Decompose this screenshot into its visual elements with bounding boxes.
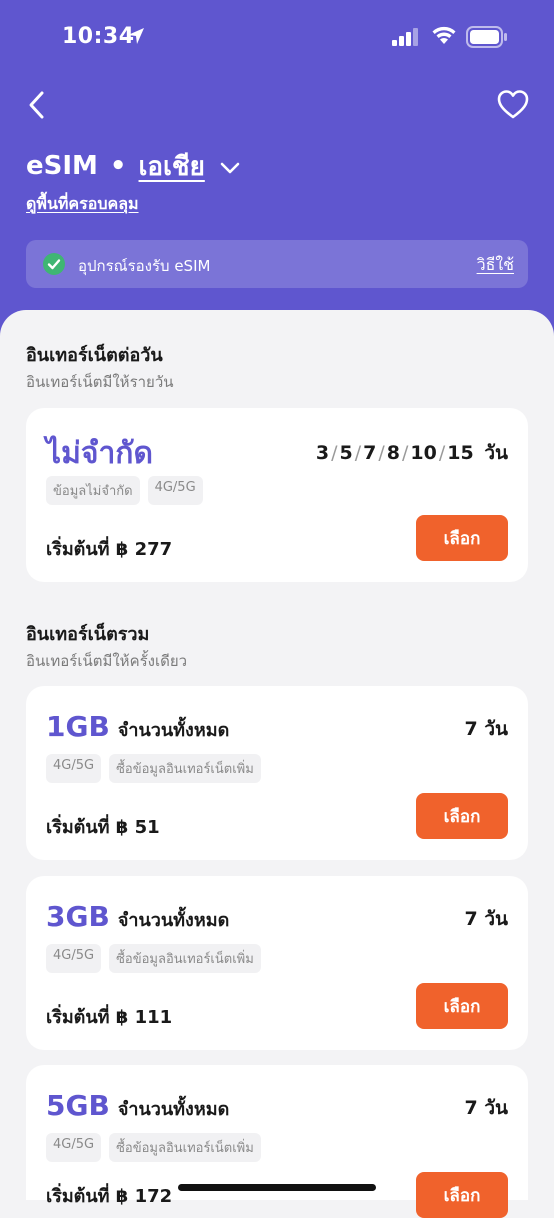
plan-title: 3GB จำนวนทั้งหมด	[46, 900, 229, 934]
tag: ซื้อข้อมูลอินเทอร์เน็ตเพิ่ม	[109, 754, 261, 783]
plan-size: 3GB	[46, 900, 110, 933]
plan-size-suffix: จำนวนทั้งหมด	[117, 910, 230, 931]
tag: ซื้อข้อมูลอินเทอร์เน็ตเพิ่ม	[109, 944, 261, 973]
select-button[interactable]: เลือก	[416, 515, 508, 561]
plan-size: 1GB	[46, 710, 110, 743]
title-separator: •	[109, 151, 127, 181]
plan-days: 7 วัน	[464, 908, 509, 930]
plan-days: 7 วัน	[464, 718, 509, 740]
plan-tags: 4G/5G ซื้อข้อมูลอินเทอร์เน็ตเพิ่ม	[46, 754, 261, 783]
plan-title: 1GB จำนวนทั้งหมด	[46, 710, 229, 744]
plan-price: เริ่มต้นที่ ฿ 111	[46, 1007, 173, 1028]
plan-size: 5GB	[46, 1089, 110, 1122]
section-title-daily: อินเทอร์เน็ตต่อวัน	[26, 345, 163, 366]
tag: 4G/5G	[46, 754, 102, 783]
device-compat-banner: อุปกรณ์รองรับ eSIM วิธีใช้	[26, 240, 528, 288]
day-option[interactable]: 5	[339, 442, 352, 464]
back-button[interactable]	[22, 88, 54, 122]
plan-price: เริ่มต้นที่ ฿ 172	[46, 1186, 173, 1207]
compat-text: อุปกรณ์รองรับ eSIM	[78, 257, 211, 275]
plan-tags: ข้อมูลไม่จำกัด 4G/5G	[46, 476, 203, 505]
title-esim: eSIM	[26, 151, 98, 181]
day-option[interactable]: 3	[316, 442, 329, 464]
plan-name: ไม่จำกัด	[46, 436, 153, 471]
day-options: 3/5/7/8/10/15 วัน	[315, 442, 508, 464]
plan-card-1gb[interactable]: 1GB จำนวนทั้งหมด 7 วัน 4G/5G ซื้อข้อมูลอิ…	[26, 686, 528, 860]
page-title: eSIM • เอเชีย	[26, 146, 241, 186]
tag: 4G/5G	[147, 476, 203, 505]
plan-days: 7 วัน	[464, 1097, 509, 1119]
tag: 4G/5G	[46, 1133, 102, 1162]
plan-price: เริ่มต้นที่ ฿ 277	[46, 539, 173, 560]
plan-tags: 4G/5G ซื้อข้อมูลอินเทอร์เน็ตเพิ่ม	[46, 1133, 261, 1162]
day-option[interactable]: 8	[387, 442, 400, 464]
plan-card-unlimited[interactable]: ไม่จำกัด 3/5/7/8/10/15 วัน ข้อมูลไม่จำกั…	[26, 408, 528, 582]
plan-title: 5GB จำนวนทั้งหมด	[46, 1089, 229, 1123]
tag: ข้อมูลไม่จำกัด	[46, 476, 140, 505]
select-button[interactable]: เลือก	[416, 793, 508, 839]
status-time: 10:34	[62, 24, 135, 49]
select-button[interactable]: เลือก	[416, 1172, 508, 1218]
chevron-down-icon[interactable]	[219, 161, 241, 175]
region-selector[interactable]: เอเชีย	[139, 146, 205, 187]
plan-card-5gb[interactable]: 5GB จำนวนทั้งหมด 7 วัน 4G/5G ซื้อข้อมูลอิ…	[26, 1065, 528, 1218]
coverage-link[interactable]: ดูพื้นที่ครอบคลุม	[26, 192, 139, 217]
battery-icon	[466, 26, 507, 48]
section-subtitle-total: อินเทอร์เน็ตมีให้ครั้งเดียว	[26, 652, 188, 670]
section-subtitle-daily: อินเทอร์เน็ตมีให้รายวัน	[26, 373, 174, 391]
header: 10:34 eSIM • เอเชีย ดูพื้นที่ครอบคลุม อุ…	[0, 0, 554, 340]
check-circle-icon	[43, 253, 65, 275]
plan-price: เริ่มต้นที่ ฿ 51	[46, 817, 160, 838]
plan-tags: 4G/5G ซื้อข้อมูลอินเทอร์เน็ตเพิ่ม	[46, 944, 261, 973]
day-option[interactable]: 10	[410, 442, 436, 464]
day-option[interactable]: 15	[447, 442, 473, 464]
location-arrow-icon	[128, 28, 144, 44]
how-to-link[interactable]: วิธีใช้	[477, 253, 514, 278]
status-bar: 10:34	[0, 0, 554, 76]
wifi-icon	[432, 26, 456, 44]
tag: ซื้อข้อมูลอินเทอร์เน็ตเพิ่ม	[109, 1133, 261, 1162]
plan-size-suffix: จำนวนทั้งหมด	[117, 720, 230, 741]
signal-icon	[392, 28, 418, 46]
day-unit: วัน	[484, 442, 508, 464]
tag: 4G/5G	[46, 944, 102, 973]
favorite-heart-icon[interactable]	[496, 88, 530, 122]
day-option[interactable]: 7	[363, 442, 376, 464]
select-button[interactable]: เลือก	[416, 983, 508, 1029]
home-indicator[interactable]	[178, 1184, 376, 1191]
plan-size-suffix: จำนวนทั้งหมด	[117, 1099, 230, 1120]
plan-card-3gb[interactable]: 3GB จำนวนทั้งหมด 7 วัน 4G/5G ซื้อข้อมูลอิ…	[26, 876, 528, 1050]
section-title-total: อินเทอร์เน็ตรวม	[26, 624, 150, 645]
